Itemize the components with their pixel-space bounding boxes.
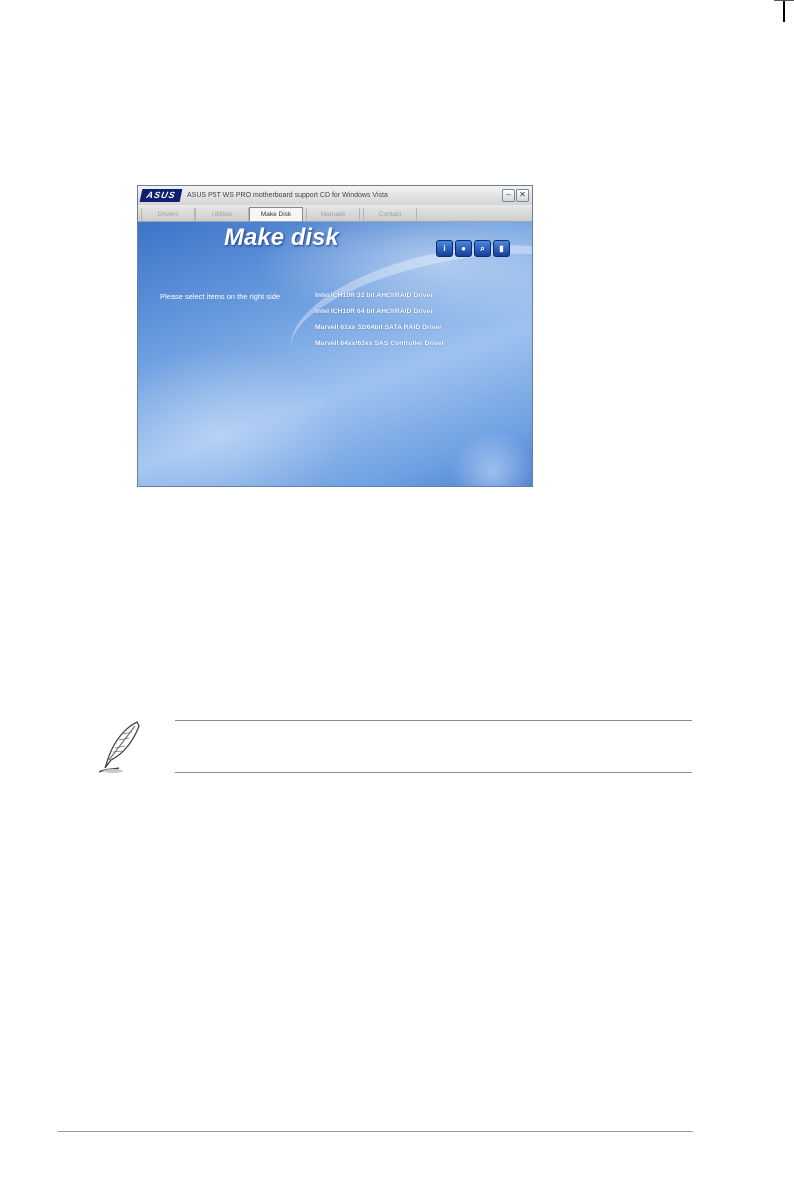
make-disk-panel: Make disk i ● ⌕ ▮ Please select items on…: [138, 220, 532, 486]
tab-utilities[interactable]: Utilities: [195, 208, 249, 221]
driver-item-ich10r-32bit[interactable]: Intel ICH10R 32 bit AHCI/RAID Driver: [315, 292, 433, 299]
window-titlebar: ASUS ASUS P5T WS PRO motherboard support…: [138, 186, 532, 206]
note-divider-top: [175, 720, 692, 721]
cd-icon[interactable]: ●: [455, 240, 472, 257]
tab-manuals[interactable]: Manuals: [306, 208, 360, 221]
instruction-text: Please select items on the right side: [160, 292, 281, 301]
minimize-button[interactable]: –: [502, 189, 515, 202]
exit-icon[interactable]: ▮: [493, 240, 510, 257]
tab-bar: Drivers Utilities Make Disk Manuals Cont…: [138, 205, 532, 222]
page-title: Make disk: [224, 224, 339, 251]
crop-mark-horizontal: [774, 0, 794, 1]
asus-logo: ASUS: [139, 189, 183, 202]
support-cd-window: ASUS ASUS P5T WS PRO motherboard support…: [137, 185, 533, 487]
tab-make-disk[interactable]: Make Disk: [249, 207, 303, 221]
tab-drivers[interactable]: Drivers: [141, 208, 195, 221]
toolbar-icons: i ● ⌕ ▮: [436, 240, 510, 257]
driver-item-marvell-64xx[interactable]: Marvell 64xx/63xx SAS Controller Driver: [315, 340, 444, 347]
close-button[interactable]: ✕: [516, 189, 529, 202]
tab-contact[interactable]: Contact: [363, 208, 417, 221]
crop-mark-vertical: [783, 0, 785, 22]
driver-item-marvell-61xx[interactable]: Marvell 61xx 32/64bit SATA RAID Driver: [315, 324, 442, 331]
note-quill-icon: [98, 721, 140, 773]
search-icon[interactable]: ⌕: [474, 240, 491, 257]
info-icon[interactable]: i: [436, 240, 453, 257]
note-divider-bottom: [175, 772, 692, 773]
footer-divider: [58, 1131, 693, 1132]
window-title: ASUS P5T WS PRO motherboard support CD f…: [187, 192, 388, 199]
driver-item-ich10r-64bit[interactable]: Intel ICH10R 64 bit AHCI/RAID Driver: [315, 308, 433, 315]
